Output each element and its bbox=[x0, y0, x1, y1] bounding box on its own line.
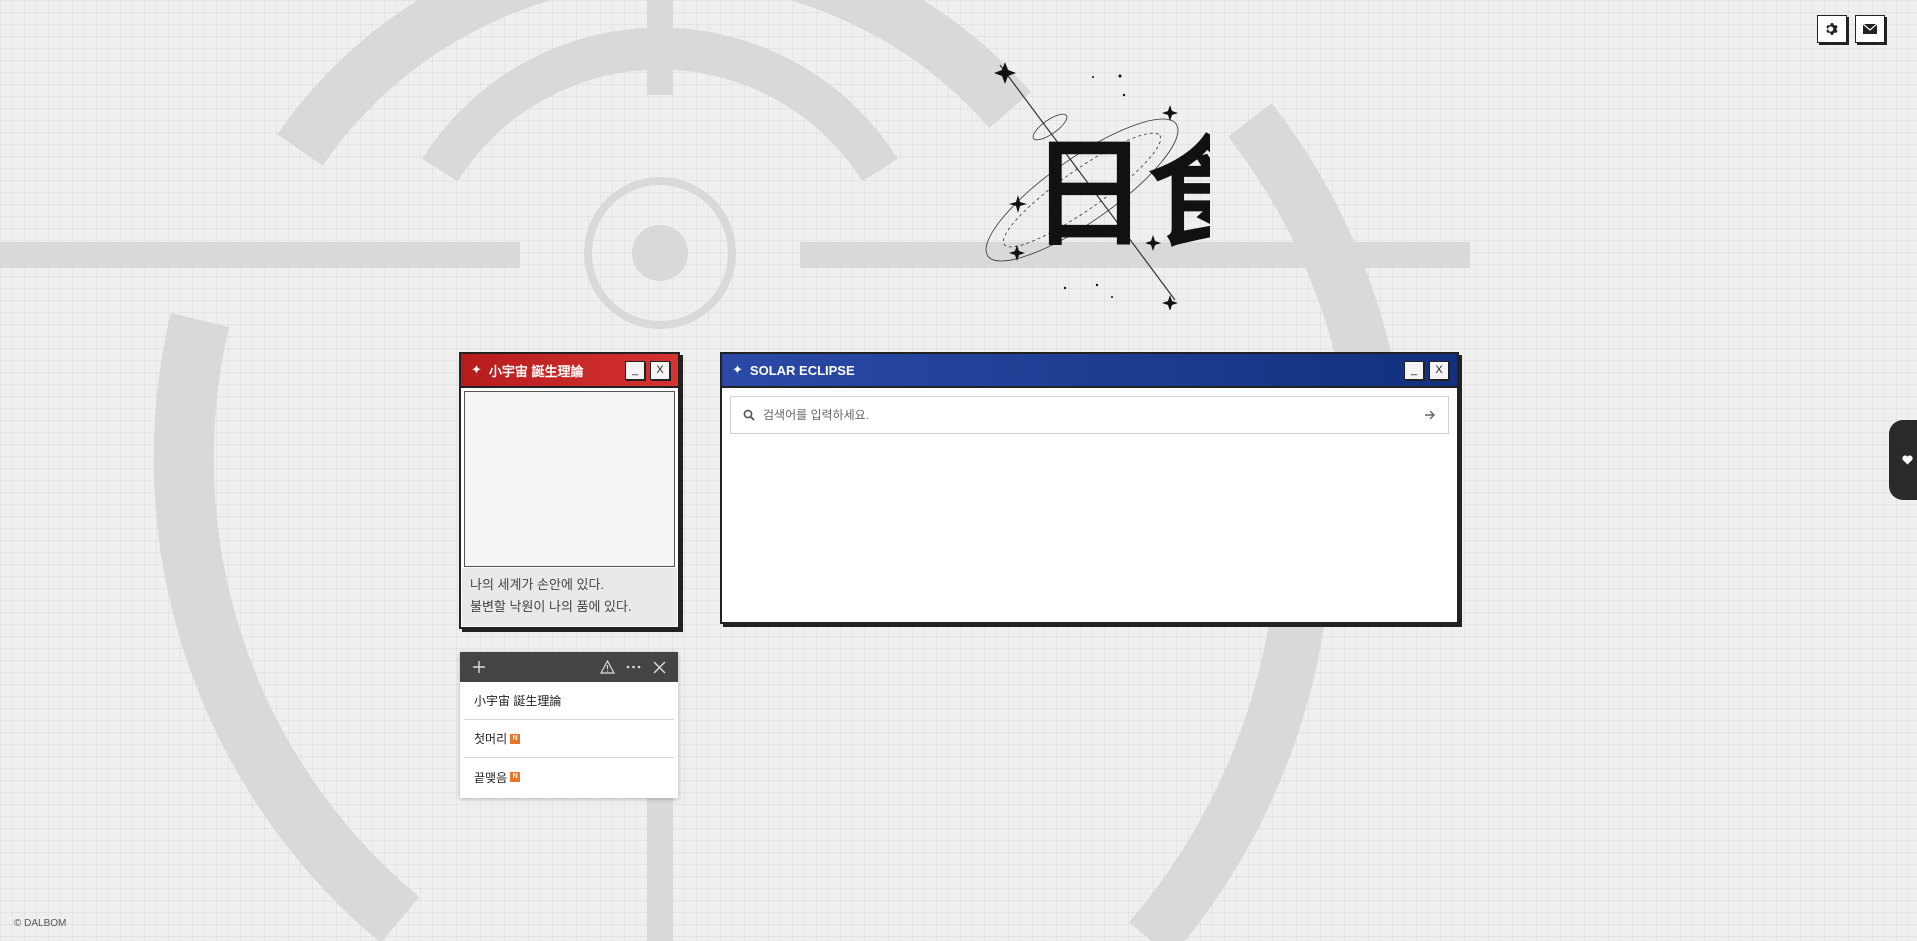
settings-button[interactable] bbox=[1817, 15, 1847, 43]
menu-item-label: 첫머리 bbox=[474, 732, 508, 746]
arrow-right-icon[interactable] bbox=[1424, 410, 1436, 420]
more-icon[interactable] bbox=[620, 654, 646, 680]
menu-item-beginning[interactable]: 첫머리 N bbox=[464, 720, 674, 758]
caption-line-1: 나의 세계가 손안에 있다. bbox=[470, 577, 605, 592]
star-icon: ✦ bbox=[732, 362, 743, 377]
menu-toolbar bbox=[460, 652, 678, 682]
warning-icon[interactable] bbox=[594, 654, 620, 680]
envelope-icon bbox=[1863, 23, 1877, 34]
red-window-image-area bbox=[464, 391, 675, 567]
blue-window-title: SOLAR ECLIPSE bbox=[749, 362, 855, 378]
blue-window-minimize-button[interactable]: _ bbox=[1404, 360, 1424, 380]
new-badge: N bbox=[510, 772, 521, 782]
site-logo: 日食 bbox=[985, 62, 1210, 310]
menu-item-theory[interactable]: 小宇宙 誕生理論 bbox=[464, 682, 674, 720]
red-window-close-button[interactable]: X bbox=[650, 360, 670, 380]
search-input[interactable] bbox=[761, 407, 1424, 423]
red-window-minimize-button[interactable]: _ bbox=[625, 360, 645, 380]
mail-button[interactable] bbox=[1855, 15, 1885, 43]
menu-panel: 小宇宙 誕生理論 첫머리 N 끝맺음 N bbox=[460, 652, 678, 798]
caption-line-2: 불변할 낙원이 나의 품에 있다. bbox=[470, 599, 632, 614]
menu-item-label: 小宇宙 誕生理論 bbox=[474, 694, 562, 708]
menu-item-ending[interactable]: 끝맺음 N bbox=[464, 758, 674, 796]
search-icon bbox=[743, 409, 755, 421]
red-window-caption: 나의 세계가 손안에 있다. 불변할 낙원이 나의 품에 있다. bbox=[462, 568, 677, 626]
red-window-title: 小宇宙 誕生理論 bbox=[488, 363, 584, 379]
star-icon: ✦ bbox=[471, 362, 482, 377]
red-window-titlebar[interactable]: ✦ 小宇宙 誕生理論 _ X bbox=[461, 354, 678, 388]
close-icon[interactable] bbox=[646, 654, 672, 680]
menu-item-label: 끝맺음 bbox=[474, 770, 508, 785]
copyright-footer: © DALBOM bbox=[14, 918, 67, 929]
new-badge: N bbox=[510, 733, 521, 744]
logo-text: 日食 bbox=[1030, 124, 1210, 263]
blue-window-close-button[interactable]: X bbox=[1429, 360, 1449, 380]
blue-window-titlebar[interactable]: ✦ SOLAR ECLIPSE _ X bbox=[722, 354, 1457, 388]
plus-icon[interactable] bbox=[466, 654, 492, 680]
solar-eclipse-window: ✦ SOLAR ECLIPSE _ X bbox=[720, 352, 1459, 624]
side-favorite-tab[interactable] bbox=[1889, 420, 1917, 500]
gear-icon bbox=[1826, 23, 1838, 35]
search-box bbox=[730, 396, 1449, 434]
red-profile-window: ✦ 小宇宙 誕生理論 _ X 나의 세계가 손안에 있다. 불변할 낙원이 나의… bbox=[459, 352, 680, 629]
heart-icon bbox=[1902, 455, 1913, 465]
